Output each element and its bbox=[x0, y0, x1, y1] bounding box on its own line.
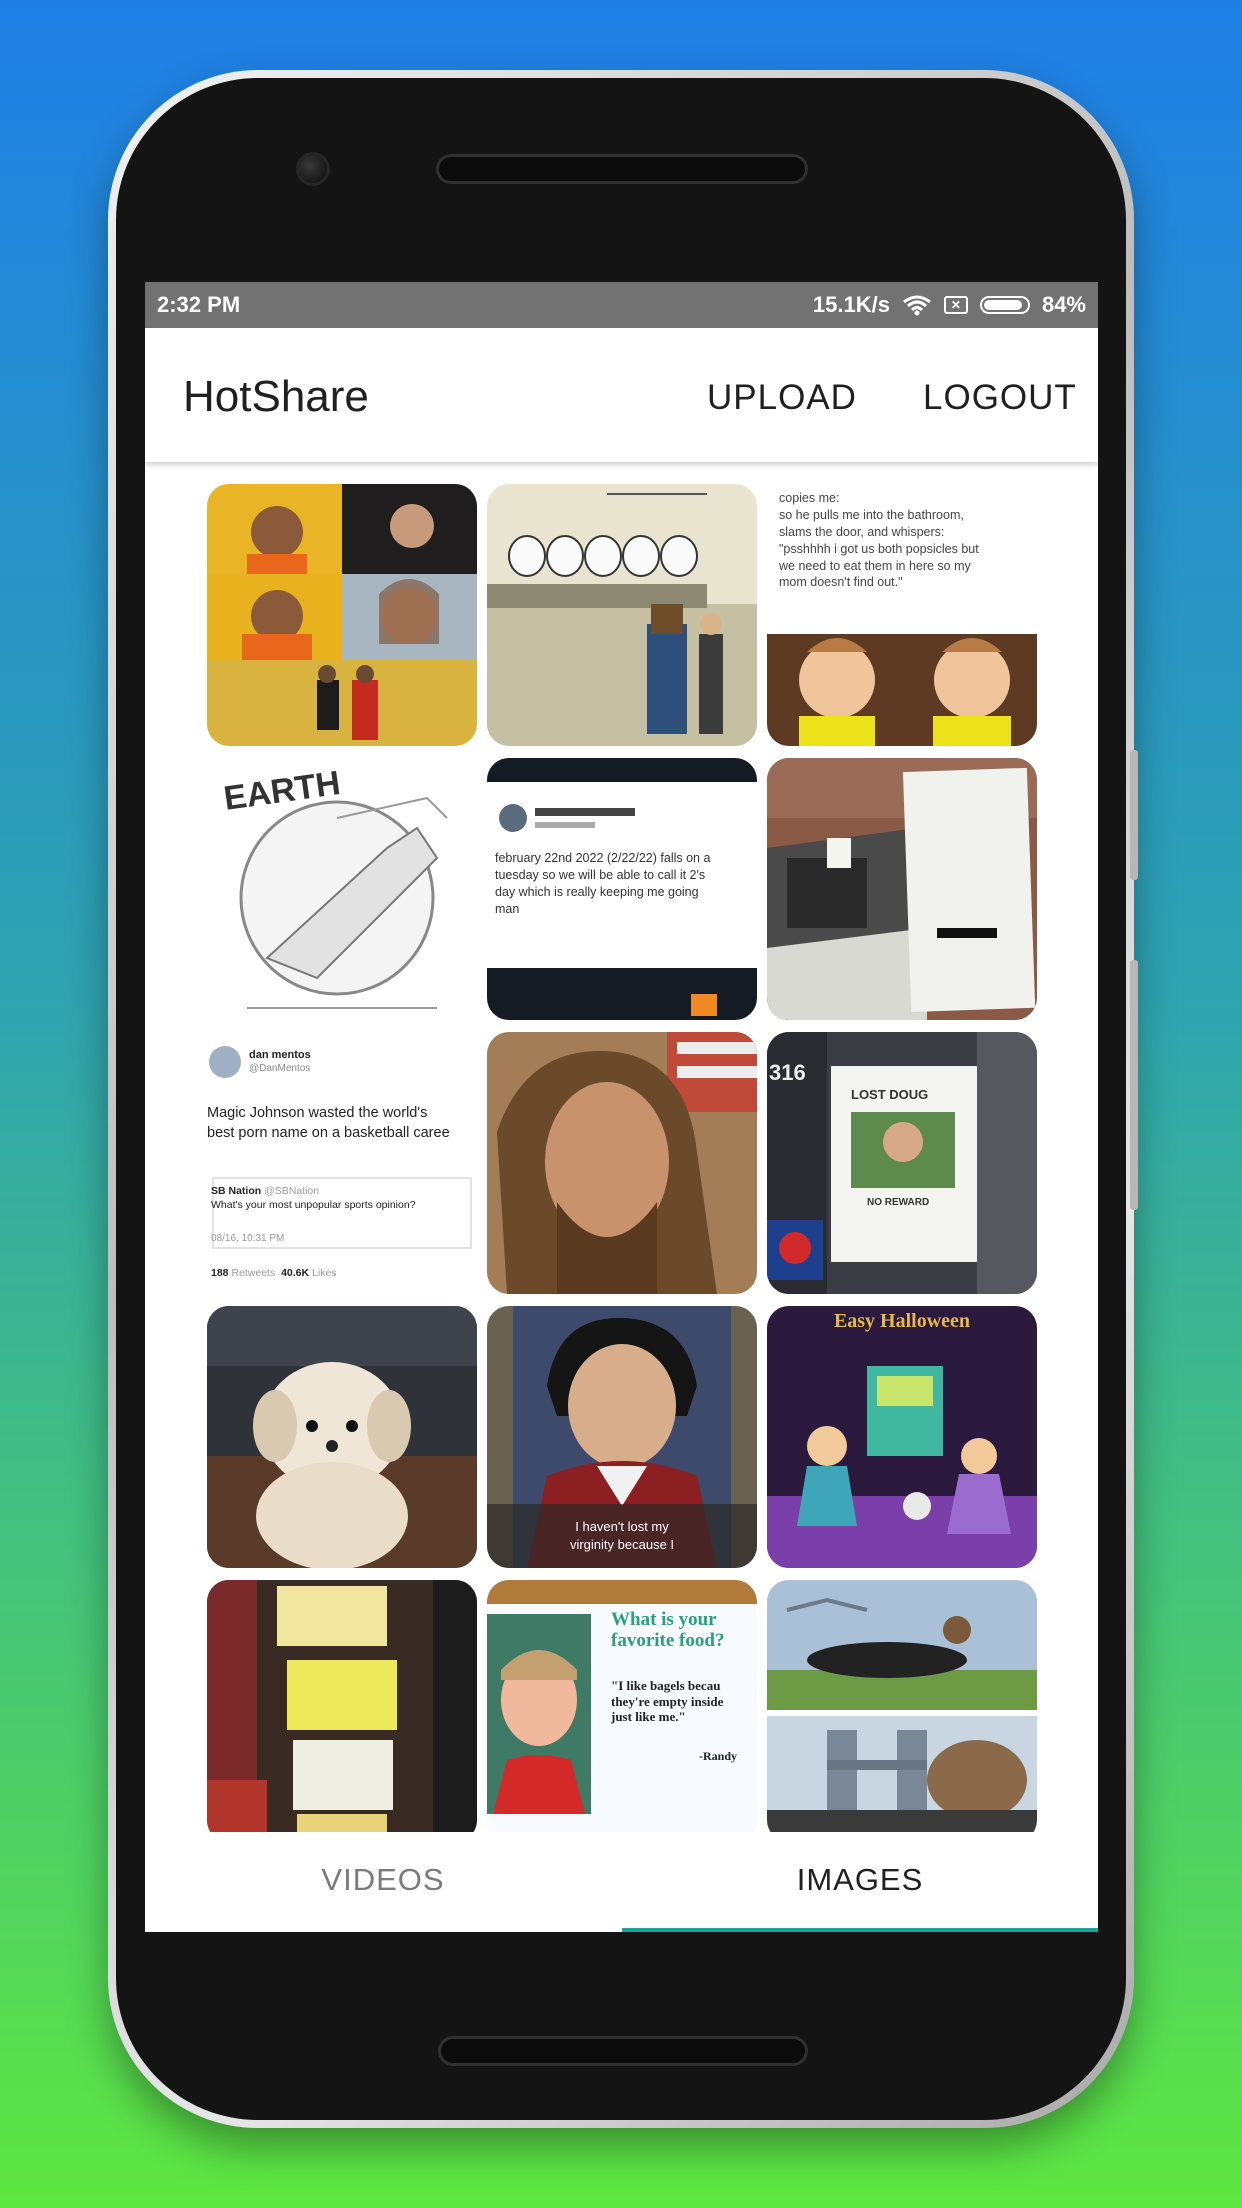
tweet-text: february 22nd 2022 (2/22/22) falls on a … bbox=[495, 850, 749, 918]
quoted-text: What's your most unpopular sports opinio… bbox=[211, 1199, 416, 1212]
tweet-text: copies me: so he pulls me into the bathr… bbox=[779, 490, 1029, 591]
status-bar: 2:32 PM 15.1K/s ✕ 84% bbox=[145, 282, 1098, 328]
quoted-handle: @SBNation bbox=[264, 1185, 320, 1197]
bottom-speaker bbox=[438, 2036, 808, 2066]
quote-answer: "I like bagels becau they're empty insid… bbox=[611, 1678, 749, 1725]
door-number: 316 bbox=[769, 1060, 806, 1085]
tab-images[interactable]: IMAGES bbox=[622, 1834, 1098, 1932]
quote-line: "I like bagels becau bbox=[611, 1678, 721, 1693]
sign-title: LOST DOUG bbox=[851, 1087, 929, 1102]
quote-signature: -Randy bbox=[699, 1749, 738, 1763]
bottom-tab-bar: VIDEOS IMAGES bbox=[145, 1834, 1098, 1932]
tweet-line: copies me: bbox=[779, 491, 840, 505]
tweet-line: february 22nd 2022 (2/22/22) falls on a bbox=[495, 851, 711, 865]
image-tile[interactable]: 316 LOST DOUG NO REWARD bbox=[767, 1032, 1037, 1294]
tweet-line: tuesday so we will be able to call it 2'… bbox=[495, 867, 706, 882]
tweet-line: we need to eat them in here so my bbox=[779, 558, 971, 573]
quote-line: just like me." bbox=[611, 1709, 686, 1725]
volume-button bbox=[1130, 960, 1138, 1210]
quoted-author: SB Nation bbox=[211, 1185, 262, 1197]
tweet-line: man bbox=[495, 901, 520, 916]
caption-line: I haven't lost my bbox=[575, 1519, 669, 1534]
wifi-icon bbox=[903, 295, 931, 316]
app-screen: 2:32 PM 15.1K/s ✕ 84% HotShare UPLOAD LO… bbox=[145, 282, 1098, 1932]
tweet-line: day which is really keeping me going bbox=[495, 884, 699, 899]
image-tile[interactable]: I haven't lost my virginity because I bbox=[487, 1306, 757, 1568]
sign-subtitle: NO REWARD bbox=[867, 1197, 930, 1208]
no-sim-icon: ✕ bbox=[943, 296, 968, 314]
puppy-image bbox=[207, 1306, 477, 1568]
status-right: 15.1K/s ✕ 84% bbox=[813, 292, 1086, 318]
like-label: Likes bbox=[312, 1267, 337, 1279]
question-line: What is your bbox=[611, 1609, 717, 1630]
question-line: favorite food? bbox=[611, 1629, 725, 1651]
image-tile[interactable]: copies me: so he pulls me into the bathr… bbox=[767, 484, 1037, 746]
comic-image bbox=[487, 484, 757, 746]
tweet-line: Magic Johnson wasted the world's bbox=[207, 1105, 428, 1121]
image-tile[interactable] bbox=[767, 1580, 1037, 1832]
sticky-notes-image bbox=[207, 1580, 477, 1832]
tweet-line: mom doesn't find out." bbox=[779, 575, 903, 590]
app-bar: HotShare UPLOAD LOGOUT bbox=[145, 328, 1098, 462]
caption-line: virginity because I bbox=[569, 1536, 675, 1552]
image-tile[interactable]: What is your favorite food? "I like bage… bbox=[487, 1580, 757, 1832]
tweet-line: "psshhhh i got us both popsicles but bbox=[779, 541, 979, 556]
meme-image bbox=[207, 484, 477, 746]
quote-question: What is your favorite food? bbox=[611, 1609, 749, 1652]
upload-button[interactable]: UPLOAD bbox=[707, 378, 857, 418]
front-camera bbox=[296, 152, 330, 186]
tweet-date: 08/16, 10:31 PM bbox=[211, 1233, 285, 1244]
tweet-line: so he pulls me into the bathroom, bbox=[779, 507, 964, 522]
portrait-image bbox=[487, 1032, 757, 1294]
illustration-image bbox=[767, 1306, 1037, 1568]
quoted-tweet: SB Nation @SBNation What's your most unp… bbox=[211, 1184, 469, 1212]
battery-percent: 84% bbox=[1041, 292, 1086, 317]
image-tile[interactable] bbox=[487, 484, 757, 746]
retweet-label: Retweets bbox=[231, 1267, 276, 1279]
tweet-stats: 188 Retweets 40.6K Likes bbox=[211, 1266, 469, 1280]
image-tile[interactable] bbox=[767, 758, 1037, 1020]
retweet-count: 188 bbox=[211, 1267, 229, 1279]
image-tile[interactable] bbox=[207, 1306, 477, 1568]
battery-icon bbox=[979, 296, 1030, 314]
image-tile[interactable] bbox=[487, 1032, 757, 1294]
status-time: 2:32 PM bbox=[157, 292, 241, 317]
image-tile[interactable] bbox=[207, 484, 477, 746]
image-tile[interactable]: Easy Halloween bbox=[767, 1306, 1037, 1568]
active-tab-indicator bbox=[622, 1928, 1098, 1932]
network-speed: 15.1K/s bbox=[812, 292, 890, 317]
quote-line: they're empty inside bbox=[611, 1693, 724, 1709]
car-note-image bbox=[767, 758, 1037, 1020]
tweet-line: best porn name on a basketball caree bbox=[207, 1124, 450, 1141]
image-tile[interactable] bbox=[207, 1580, 477, 1832]
tweet-line: slams the door, and whispers: bbox=[779, 524, 945, 539]
image-grid[interactable]: copies me: so he pulls me into the bathr… bbox=[207, 484, 1039, 1832]
tweet-text: Magic Johnson wasted the world's best po… bbox=[207, 1104, 469, 1143]
power-button bbox=[1130, 750, 1138, 880]
tweet-handle: @DanMentos bbox=[249, 1063, 311, 1074]
logout-button[interactable]: LOGOUT bbox=[923, 378, 1077, 418]
bridge-statue-image bbox=[767, 1580, 1037, 1832]
earpiece-speaker bbox=[436, 154, 808, 184]
yearbook-caption: I haven't lost my virginity because I bbox=[487, 1518, 757, 1553]
tweet-author: dan mentos bbox=[249, 1049, 311, 1061]
image-tile[interactable]: dan mentos @DanMentos Magic Johnson wast… bbox=[207, 1032, 477, 1294]
illustration-title: Easy Halloween bbox=[833, 1310, 971, 1332]
image-tile[interactable]: february 22nd 2022 (2/22/22) falls on a … bbox=[487, 758, 757, 1020]
image-tile[interactable]: EARTH bbox=[207, 758, 477, 1020]
tab-videos[interactable]: VIDEOS bbox=[145, 1834, 621, 1932]
like-count: 40.6K bbox=[281, 1267, 310, 1279]
app-title: HotShare bbox=[183, 372, 369, 421]
